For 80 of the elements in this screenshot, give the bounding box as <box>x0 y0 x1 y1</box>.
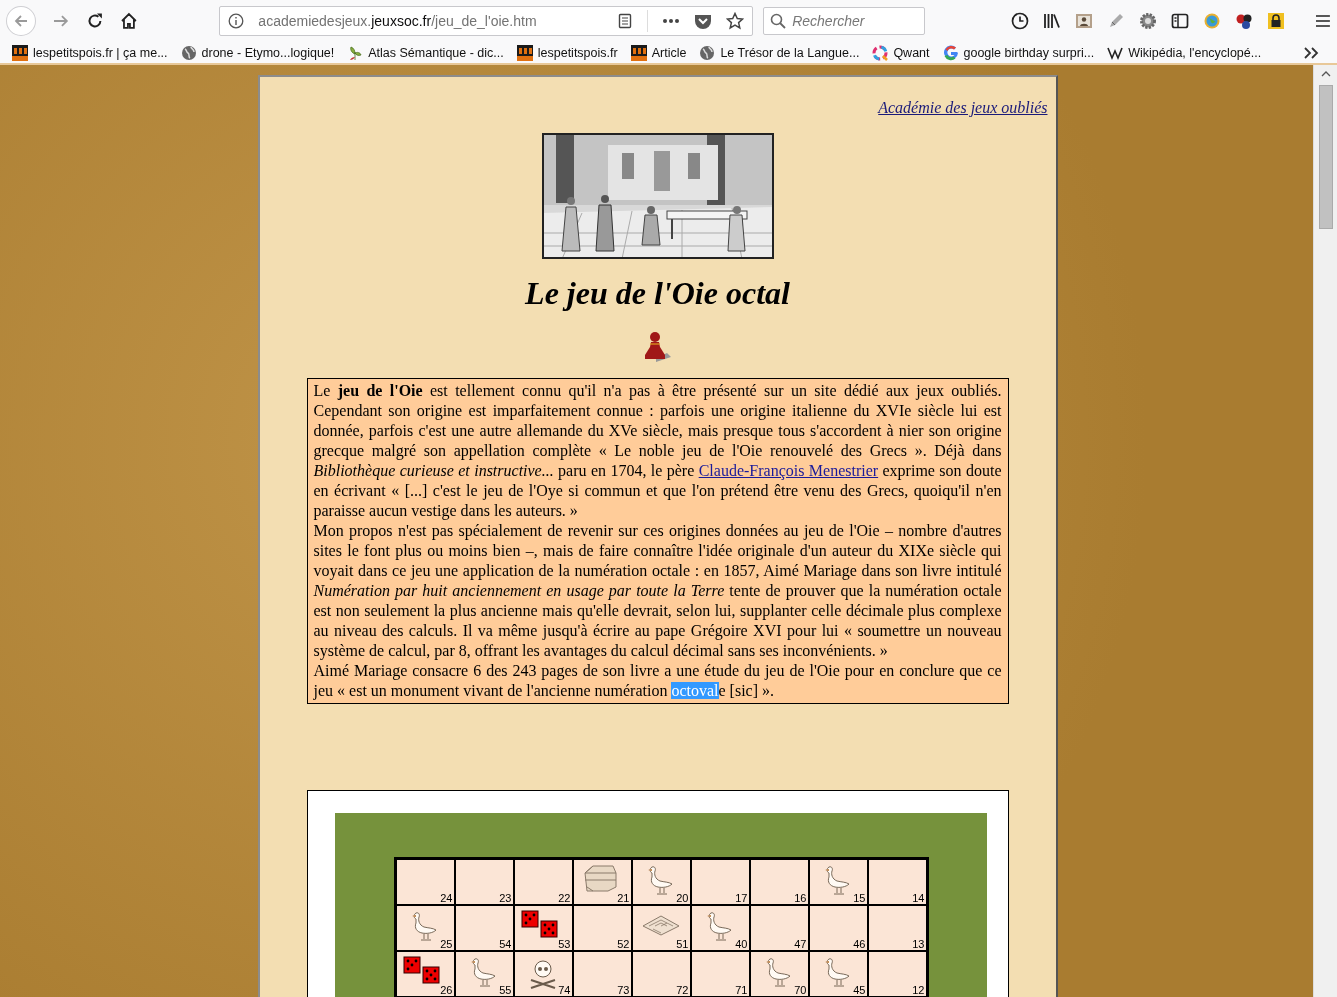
square-number: 13 <box>912 938 925 950</box>
square-number: 24 <box>440 892 453 904</box>
square-number: 47 <box>794 938 807 950</box>
bookmark-item[interactable]: Article <box>630 44 687 61</box>
search-field[interactable]: Rechercher <box>763 7 926 35</box>
square-number: 15 <box>853 892 866 904</box>
square-number: 21 <box>617 892 630 904</box>
pawn-icon <box>642 331 673 364</box>
bookmark-item[interactable]: Atlas Sémantique - dic... <box>347 44 504 61</box>
back-arrow-icon <box>12 13 29 29</box>
search-icon <box>770 13 787 29</box>
dice-icon <box>520 910 561 940</box>
square-number: 17 <box>735 892 748 904</box>
leaf-icon <box>347 44 364 61</box>
library-icon[interactable] <box>1043 12 1062 30</box>
square-number: 46 <box>853 938 866 950</box>
square-number: 22 <box>558 892 571 904</box>
square-number: 55 <box>499 984 512 996</box>
square-number: 54 <box>499 938 512 950</box>
scrollbar[interactable] <box>1313 65 1337 997</box>
square-number: 25 <box>440 938 453 950</box>
bookmark-item[interactable]: Wikipédia, l'encyclopé... <box>1107 44 1262 61</box>
square-number: 53 <box>558 938 571 950</box>
square-number: 16 <box>794 892 807 904</box>
square-number: 20 <box>676 892 689 904</box>
square-number: 51 <box>676 938 689 950</box>
site-logo-icon <box>12 44 28 61</box>
gear-icon[interactable] <box>1139 12 1158 30</box>
more-icon[interactable] <box>662 18 681 24</box>
square-number: 74 <box>558 984 571 996</box>
menu-icon[interactable] <box>1315 14 1332 28</box>
paragraph: Mon propos n'est pas spécialement de revenir sur ces origines données au jeu de l'Oie – nombre d'autres sites le font plus ou moins bien –, mais de faire connaître l'idée originale d'un auteur du XIXe siècle qui voyait dans ce jeu une application de la numération octale : en 1857, Aimé Mariage dans son livre intitulé Numération par huit anciennement en usage par toute la Terre tente de prouver que la numération octale est non seulement la plus ancienne mais qu'elle devrait, selon lui, supplanter celle décimale plus complexe au niveau des calculs. Il va même jusqu'à écrire au pape Grégoire XVI pour lui « soumettre un nouveau système de calcul, par 8, offrant les avantages du calcul décimal sans ses inconvénients. » <box>313 521 1002 661</box>
bookmark-item[interactable]: lespetitspois.fr <box>516 44 618 61</box>
pocket-icon[interactable] <box>694 13 713 29</box>
dice-icon <box>402 956 443 986</box>
square-number: 40 <box>735 938 748 950</box>
bookmark-item[interactable]: drone - Etymo...logique! <box>180 44 335 61</box>
square-number: 52 <box>617 938 630 950</box>
bookmark-item[interactable]: Le Trésor de la Langue... <box>699 44 860 61</box>
chest-icon <box>581 863 618 893</box>
photo-extension-icon[interactable] <box>1075 12 1094 30</box>
square-number: 71 <box>735 984 748 996</box>
site-logo-icon <box>516 44 533 61</box>
forward-icon[interactable] <box>51 13 70 29</box>
paragraph: Aimé Mariage consacre 6 des 243 pages de son livre a une étude du jeu de l'Oie pour en conclure que ce jeu « est un monument vivant de l'ancienne numération octovale [sic] ». <box>313 661 1002 701</box>
reader-view-icon[interactable] <box>617 13 634 29</box>
globe-icon <box>699 44 716 61</box>
scrollbar-thumb[interactable] <box>1318 85 1333 229</box>
square-number: 73 <box>617 984 630 996</box>
square-number: 72 <box>676 984 689 996</box>
paragraph: Le jeu de l'Oie est tellement connu qu'il n'a pas à être présenté sur un site dédié aux jeux oubliés. Cependant son origine est imparfaitement connue : parfois une origine italienne du XVIe siècle lui est donnée, parfois c'est une autre allemande du XVe siècle, mais presque tous s'accordent à nier son origine grecque malgré son appellation complète « Le noble jeu de l'Oie renouvelé des Grecs ». Déjà dans Bibliothèque curieuse et instructive... paru en 1704, le père Claude-François Menestrier exprime son doute en écrivant « [...] c'est le jeu de l'Oye si commun et que l'on prétend être venu des Grecs, quoiqu'il n'en paraisse aucun vestige dans les auteurs. » <box>313 381 1002 521</box>
page-title: Le jeu de l'Oie octal <box>523 275 791 312</box>
site-link[interactable]: Académie des jeux oubliés <box>878 99 1048 117</box>
bookmark-item[interactable]: google birthday surpri... <box>942 44 1095 61</box>
back-button[interactable] <box>6 6 36 36</box>
sidebar-icon[interactable] <box>1171 12 1190 30</box>
address-field[interactable]: academiedesjeux.jeuxsoc.fr/jeu_de_l'oie.htm <box>219 6 754 36</box>
author-link[interactable]: Claude-François Menestrier <box>698 462 879 479</box>
maze-icon <box>640 914 681 936</box>
site-logo-icon <box>630 44 647 61</box>
globe-extension-icon[interactable] <box>1203 12 1222 30</box>
globe-icon <box>180 44 197 61</box>
square-number: 45 <box>853 984 866 996</box>
square-number: 70 <box>794 984 807 996</box>
chevron-icon[interactable] <box>1303 45 1319 60</box>
square-number: 12 <box>912 984 925 996</box>
g-logo-icon <box>942 44 959 61</box>
home-icon[interactable] <box>119 12 138 30</box>
lock-extension-icon[interactable] <box>1267 12 1286 30</box>
info-icon <box>228 13 245 29</box>
spheres-extension-icon[interactable] <box>1235 12 1254 30</box>
square-number: 14 <box>912 892 925 904</box>
history-clock-icon[interactable] <box>1011 12 1030 30</box>
bookmark-item[interactable]: Qwant <box>872 44 930 61</box>
square-number: 26 <box>440 984 453 996</box>
scroll-up-icon[interactable] <box>1320 71 1331 77</box>
star-icon[interactable] <box>726 12 745 30</box>
ring-logo-icon <box>872 44 889 61</box>
bookmark-item[interactable]: lespetitspois.fr | ça me... <box>12 44 168 61</box>
square-number: 23 <box>499 892 512 904</box>
